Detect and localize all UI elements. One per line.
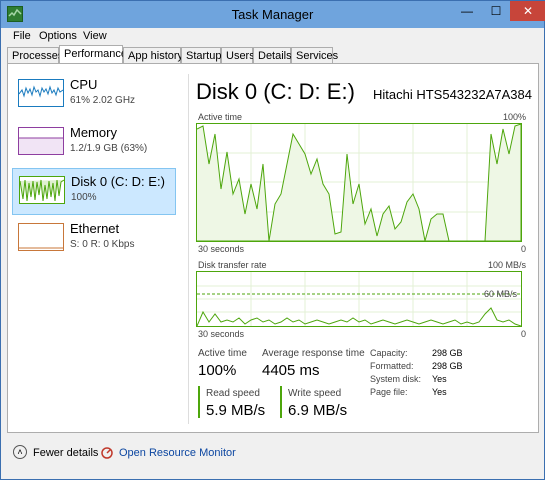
menu-file[interactable]: File [13,30,31,42]
sidebar-item-memory[interactable]: Memory 1.2/1.9 GB (63%) [12,120,176,167]
tab-performance[interactable]: Performance [59,45,127,65]
formatted-label: Formatted: [370,361,414,371]
disk-details: Disk 0 (C: D: E:) Hitachi HTS543232A7A38… [196,64,536,432]
tab-strip: Processes Performance App history Startu… [1,45,544,65]
sidebar-item-label: Ethernet [70,221,120,236]
sidebar-item-sub: 1.2/1.9 GB (63%) [70,143,148,154]
resource-list: CPU 61% 2.02 GHz Memory 1.2/1.9 GB (63%)… [8,64,180,432]
fewer-details-link[interactable]: Fewer details [33,447,98,459]
page-file-value: Yes [432,387,447,397]
transfer-rate-graph-timespan: 30 seconds [198,329,245,339]
background-window-edge [545,0,550,480]
system-disk-label: System disk: [370,374,422,384]
open-resource-monitor-link[interactable]: Open Resource Monitor [119,447,236,459]
write-speed-label: Write speed [288,388,342,399]
menu-view[interactable]: View [83,30,107,42]
disk-model: Hitachi HTS543232A7A384 [373,87,532,102]
avg-response-value: 4405 ms [262,362,320,379]
system-disk-value: Yes [432,374,447,384]
title-bar[interactable]: Task Manager — ☐ ✕ [1,1,546,28]
chevron-up-icon[interactable]: ˄ [13,445,27,459]
active-time-graph-timespan: 30 seconds [198,244,245,254]
capacity-label: Capacity: [370,348,408,358]
menu-bar: File Options View [1,28,544,45]
page-file-label: Page file: [370,387,408,397]
ethernet-thumbnail-graph [18,223,64,251]
sidebar-item-sub: 100% [71,192,97,203]
close-button[interactable]: ✕ [510,1,546,21]
capacity-value: 298 GB [432,348,463,358]
sidebar-item-disk0[interactable]: Disk 0 (C: D: E:) 100% [12,168,176,215]
write-speed-value: 6.9 MB/s [288,402,348,419]
footer-bar: ˄ Fewer details Open Resource Monitor [1,437,544,477]
resource-monitor-icon [101,447,113,459]
tab-services[interactable]: Services [291,47,338,64]
transfer-rate-graph-min: 0 [520,329,526,339]
transfer-rate-graph-label: Disk transfer rate [198,260,267,270]
formatted-value: 298 GB [432,361,463,371]
panel-divider [188,74,189,424]
active-time-value: 100% [198,362,237,379]
read-speed-indicator [198,386,200,418]
task-manager-window: Task Manager — ☐ ✕ File Options View Pro… [0,0,546,480]
read-speed-label: Read speed [206,388,260,399]
sidebar-item-sub: S: 0 R: 0 Kbps [70,239,135,250]
memory-thumbnail-graph [18,127,64,155]
disk-thumbnail-graph [19,176,65,204]
transfer-rate-graph: 60 MB/s [196,271,522,327]
avg-response-label: Average response time [262,348,365,359]
tab-details[interactable]: Details [253,47,292,64]
minimize-button[interactable]: — [453,1,481,21]
performance-panel: CPU 61% 2.02 GHz Memory 1.2/1.9 GB (63%)… [7,63,539,433]
tab-app-history[interactable]: App history [123,47,183,64]
active-time-graph [196,123,522,242]
tab-users[interactable]: Users [221,47,255,64]
write-speed-indicator [280,386,282,418]
active-time-graph-max: 100% [502,112,526,122]
disk-title: Disk 0 (C: D: E:) [196,79,355,104]
tab-startup[interactable]: Startup [181,47,221,64]
sidebar-item-cpu[interactable]: CPU 61% 2.02 GHz [12,72,176,119]
active-time-label: Active time [198,348,247,359]
sidebar-item-ethernet[interactable]: Ethernet S: 0 R: 0 Kbps [12,216,176,263]
sidebar-item-label: Memory [70,125,117,140]
cpu-thumbnail-graph [18,79,64,107]
transfer-rate-graph-mid: 60 MB/s [483,289,517,299]
read-speed-value: 5.9 MB/s [206,402,266,419]
menu-options[interactable]: Options [39,30,77,42]
active-time-graph-min: 0 [520,244,526,254]
sidebar-item-label: Disk 0 (C: D: E:) [71,174,165,189]
tab-processes[interactable]: Processes [7,47,63,64]
sidebar-item-sub: 61% 2.02 GHz [70,95,136,106]
maximize-button[interactable]: ☐ [482,1,510,21]
sidebar-item-label: CPU [70,77,98,92]
active-time-graph-label: Active time [198,112,243,122]
transfer-rate-graph-max: 100 MB/s [487,260,526,270]
